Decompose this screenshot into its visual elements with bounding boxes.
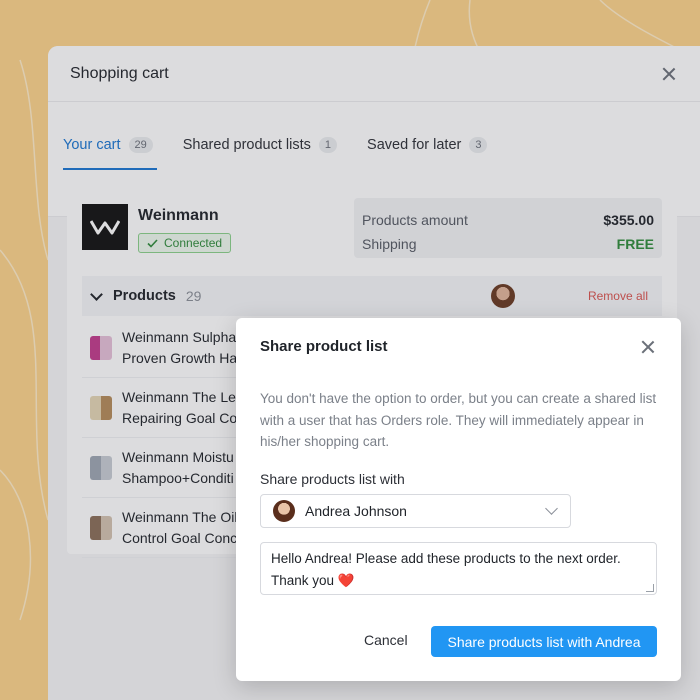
share-with-label: Share products list with <box>260 471 405 487</box>
message-line-2: Thank you ❤️ <box>271 570 646 592</box>
chevron-down-icon[interactable] <box>545 502 558 515</box>
message-textarea[interactable]: Hello Andrea! Please add these products … <box>260 542 657 595</box>
share-product-list-dialog: Share product list You don't have the op… <box>236 318 681 681</box>
close-icon[interactable] <box>641 340 655 354</box>
selected-user: Andrea Johnson <box>305 503 407 519</box>
resize-handle-icon[interactable] <box>646 584 654 592</box>
message-line: Hello Andrea! Please add these products … <box>271 551 621 566</box>
share-products-list-button[interactable]: Share products list with Andrea <box>431 626 657 657</box>
cancel-button[interactable]: Cancel <box>364 632 408 648</box>
avatar <box>273 500 295 522</box>
heart-icon: ❤️ <box>337 572 355 588</box>
message-text: Thank you <box>271 572 335 588</box>
dialog-title: Share product list <box>260 338 388 355</box>
dialog-description: You don't have the option to order, but … <box>260 391 657 449</box>
user-select[interactable]: Andrea Johnson <box>260 494 571 528</box>
